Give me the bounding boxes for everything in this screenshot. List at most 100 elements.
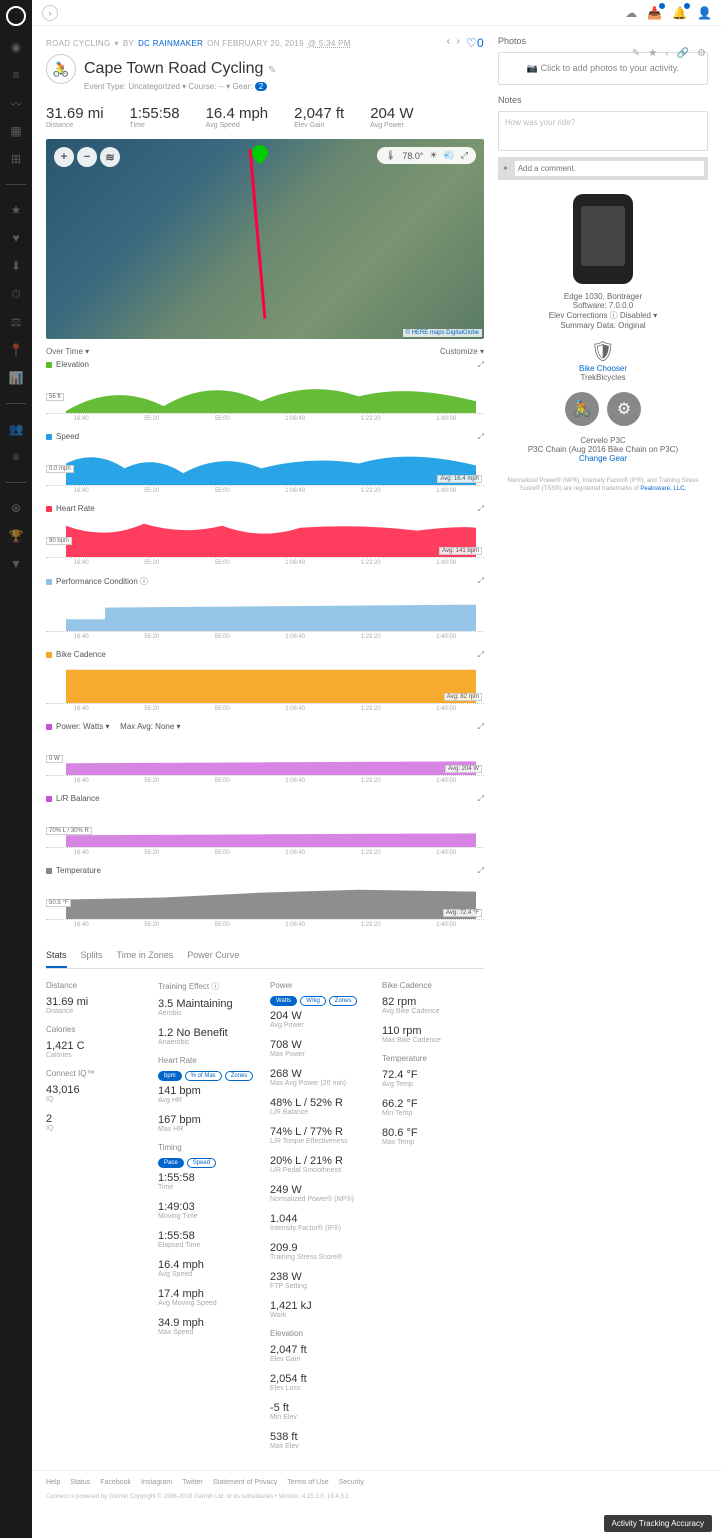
tab-stats[interactable]: Stats	[46, 944, 67, 968]
nav-icon[interactable]: 📊	[9, 371, 23, 385]
chart-elevation: Elevation ⤢ 56 ft 16:4055:2055:001:06:40…	[46, 360, 484, 422]
comment-row: ✦	[498, 157, 708, 180]
map-weather-widget[interactable]: 🌡 78.0° ☀ 💨 ⤢	[377, 147, 476, 164]
nav-icon[interactable]: ⊛	[9, 501, 23, 515]
chart-temperature: Temperature ⤢ 50.5 °F Avg: 72.4 °F 16:40…	[46, 866, 484, 928]
activity-subtitle: Event Type: Uncategorized ▾ Course: -- ▾…	[84, 82, 484, 91]
event-type-dropdown[interactable]: Event Type: Uncategorized ▾	[84, 82, 186, 91]
author-link[interactable]: DC RAINMAKER	[138, 39, 203, 48]
gear-settings-icon[interactable]: ⚙	[607, 392, 641, 426]
chart-expand-icon[interactable]: ⤢	[478, 432, 484, 442]
chart-performance: Performance Condition ⓘ ⤢ 16:4055:2055:0…	[46, 576, 484, 640]
nav-icon[interactable]: ♥	[9, 231, 23, 245]
bike-gear-icon[interactable]: 🚴	[565, 392, 599, 426]
pill-Pace[interactable]: Pace	[158, 1158, 184, 1168]
chart-expand-icon[interactable]: ⤢	[478, 504, 484, 514]
nav-icon[interactable]: ≡	[9, 450, 23, 464]
chart-expand-icon[interactable]: ⤢	[478, 866, 484, 876]
pill-% of Max[interactable]: % of Max	[185, 1071, 222, 1081]
settings-icon[interactable]: ⚙	[697, 48, 706, 59]
footer-link[interactable]: Help	[46, 1479, 60, 1486]
map-attribution[interactable]: © HERE maps DigitalGlobe	[403, 329, 482, 337]
nav-icon[interactable]: ⚖	[9, 315, 23, 329]
footer-link[interactable]: Twitter	[182, 1479, 203, 1486]
notes-textarea[interactable]: How was your ride?	[498, 111, 708, 151]
pill-Watts[interactable]: Watts	[270, 996, 297, 1006]
stats-grid: Distance31.69 miDistanceCalories1,421 CC…	[46, 981, 484, 1460]
activity-map[interactable]: + − ≋ 🌡 78.0° ☀ 💨 ⤢ © HERE maps DigitalG…	[46, 139, 484, 339]
nav-icon[interactable]: ▼	[9, 557, 23, 571]
nav-icon[interactable]: 〰	[9, 96, 23, 110]
legal-text: Normalized Power® (NP®), Intensity Facto…	[498, 477, 708, 494]
chart-expand-icon[interactable]: ⤢	[478, 722, 484, 732]
prev-activity[interactable]: ‹	[447, 36, 451, 50]
pill-Zones[interactable]: Zones	[225, 1071, 254, 1081]
edit-title-icon[interactable]: ✎	[268, 65, 276, 76]
nav-icon[interactable]: ≡	[9, 68, 23, 82]
nav-icon[interactable]: 📍	[9, 343, 23, 357]
footer-link[interactable]: Terms of Use	[287, 1479, 328, 1486]
footer-link[interactable]: Instagram	[141, 1479, 172, 1486]
cloud-sync-icon[interactable]: ☁	[625, 6, 637, 20]
comment-input[interactable]	[515, 161, 704, 176]
summary-stat: 1:55:58Time	[130, 105, 180, 129]
edit-icon[interactable]: ✎	[632, 48, 640, 59]
nav-icon[interactable]: ▦	[9, 124, 23, 138]
notifications-icon[interactable]: 🔔	[672, 6, 687, 20]
avatar-icon[interactable]: 👤	[697, 6, 712, 20]
chart-power:: Power: Watts ▾ Max Avg: None ▾ ⤢ 0 W Avg…	[46, 722, 484, 784]
chart-expand-icon[interactable]: ⤢	[478, 576, 484, 586]
chart-xaxis-dropdown[interactable]: Over Time ▾	[46, 347, 89, 356]
chart-expand-icon[interactable]: ⤢	[478, 360, 484, 370]
pill-Zones[interactable]: Zones	[329, 996, 358, 1006]
stat-item: 2,047 ftElev Gain	[270, 1344, 372, 1363]
separator	[6, 403, 26, 404]
nav-icon[interactable]: ⬇	[9, 259, 23, 273]
nav-icon[interactable]: ⊞	[9, 152, 23, 166]
favorite-button[interactable]: ♡0	[466, 36, 484, 50]
chart-expand-icon[interactable]: ⤢	[478, 794, 484, 804]
tab-splits[interactable]: Splits	[81, 944, 103, 968]
footer-link[interactable]: Statement of Privacy	[213, 1479, 278, 1486]
link-icon[interactable]: 🔗	[677, 48, 689, 59]
elev-corrections-toggle[interactable]: Elev Corrections ⓘ Disabled ▾	[498, 310, 708, 321]
stat-item: 82 rpmAvg Bike Cadence	[382, 996, 484, 1015]
tab-power-curve[interactable]: Power Curve	[187, 944, 239, 968]
footer-link[interactable]: Security	[339, 1479, 364, 1486]
nav-icon[interactable]: ◉	[9, 40, 23, 54]
refresh-icon[interactable]	[6, 6, 26, 26]
expand-icon[interactable]: ⤢	[461, 150, 468, 161]
chart-expand-icon[interactable]: ⤢	[478, 650, 484, 660]
timestamp[interactable]: @ 5:34 PM	[308, 39, 351, 48]
pill-bpm[interactable]: bpm	[158, 1071, 182, 1081]
pill-W/kg[interactable]: W/kg	[300, 996, 326, 1006]
peaksware-link[interactable]: Peaksware, LLC.	[640, 486, 686, 492]
activity-actions: ✎ ★ ‹ 🔗 ⚙	[632, 48, 706, 59]
stat-item: 209.9Training Stress Score®	[270, 1242, 372, 1261]
change-gear-link[interactable]: Change Gear	[579, 454, 627, 463]
map-zoom-out[interactable]: −	[77, 147, 97, 167]
next-activity[interactable]: ›	[456, 36, 460, 50]
inbox-icon[interactable]: 📥	[647, 6, 662, 20]
footer-link[interactable]: Facebook	[100, 1479, 131, 1486]
share-icon[interactable]: ‹	[665, 48, 668, 59]
stat-item: 1:55:58Time	[158, 1172, 260, 1191]
chart-customize-dropdown[interactable]: Customize ▾	[440, 347, 484, 356]
nav-icon[interactable]: 👥	[9, 422, 23, 436]
collapse-button[interactable]: ›	[42, 5, 58, 21]
map-layers[interactable]: ≋	[100, 147, 120, 167]
nav-icon[interactable]: ★	[9, 203, 23, 217]
nav-icon[interactable]: ⏱	[9, 287, 23, 301]
category-link[interactable]: ROAD CYCLING	[46, 39, 111, 48]
tracking-accuracy-button[interactable]: Activity Tracking Accuracy	[604, 1515, 712, 1532]
tab-time-in-zones[interactable]: Time in Zones	[117, 944, 174, 968]
gear-badge[interactable]: 2	[255, 82, 267, 91]
map-zoom-in[interactable]: +	[54, 147, 74, 167]
stat-item: 1,421 CCalories	[46, 1040, 148, 1059]
bike-chooser-link[interactable]: Bike Chooser	[579, 364, 627, 373]
footer-link[interactable]: Status	[70, 1479, 90, 1486]
course-dropdown[interactable]: Course: -- ▾	[188, 82, 230, 91]
nav-icon[interactable]: 🏆	[9, 529, 23, 543]
pill-Speed[interactable]: Speed	[187, 1158, 216, 1168]
star-icon[interactable]: ★	[648, 48, 657, 59]
